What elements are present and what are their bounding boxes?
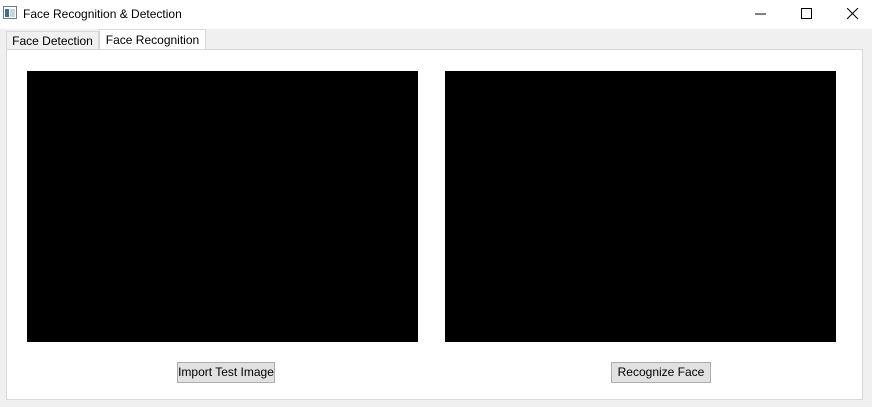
tab-face-detection[interactable]: Face Detection xyxy=(6,31,99,50)
minimize-icon xyxy=(755,13,766,15)
tab-face-recognition[interactable]: Face Recognition xyxy=(99,29,206,50)
app-icon xyxy=(3,6,17,19)
face-recognition-pane: Import Test Image Recognize Face xyxy=(6,49,863,400)
app-window: Face Recognition & Detection Face Detect… xyxy=(0,0,872,407)
recognition-result-view xyxy=(445,71,836,342)
recognize-face-button[interactable]: Recognize Face xyxy=(611,362,711,383)
close-button[interactable] xyxy=(830,0,872,29)
test-image-view xyxy=(27,71,418,342)
maximize-button[interactable] xyxy=(784,0,830,29)
window-title: Face Recognition & Detection xyxy=(23,7,182,21)
title-bar[interactable]: Face Recognition & Detection xyxy=(0,0,872,29)
tab-bar: Face Detection Face Recognition xyxy=(0,29,872,50)
maximize-icon xyxy=(801,8,812,19)
close-icon xyxy=(847,8,859,20)
import-test-image-button[interactable]: Import Test Image xyxy=(177,362,275,383)
minimize-button[interactable] xyxy=(738,0,784,29)
